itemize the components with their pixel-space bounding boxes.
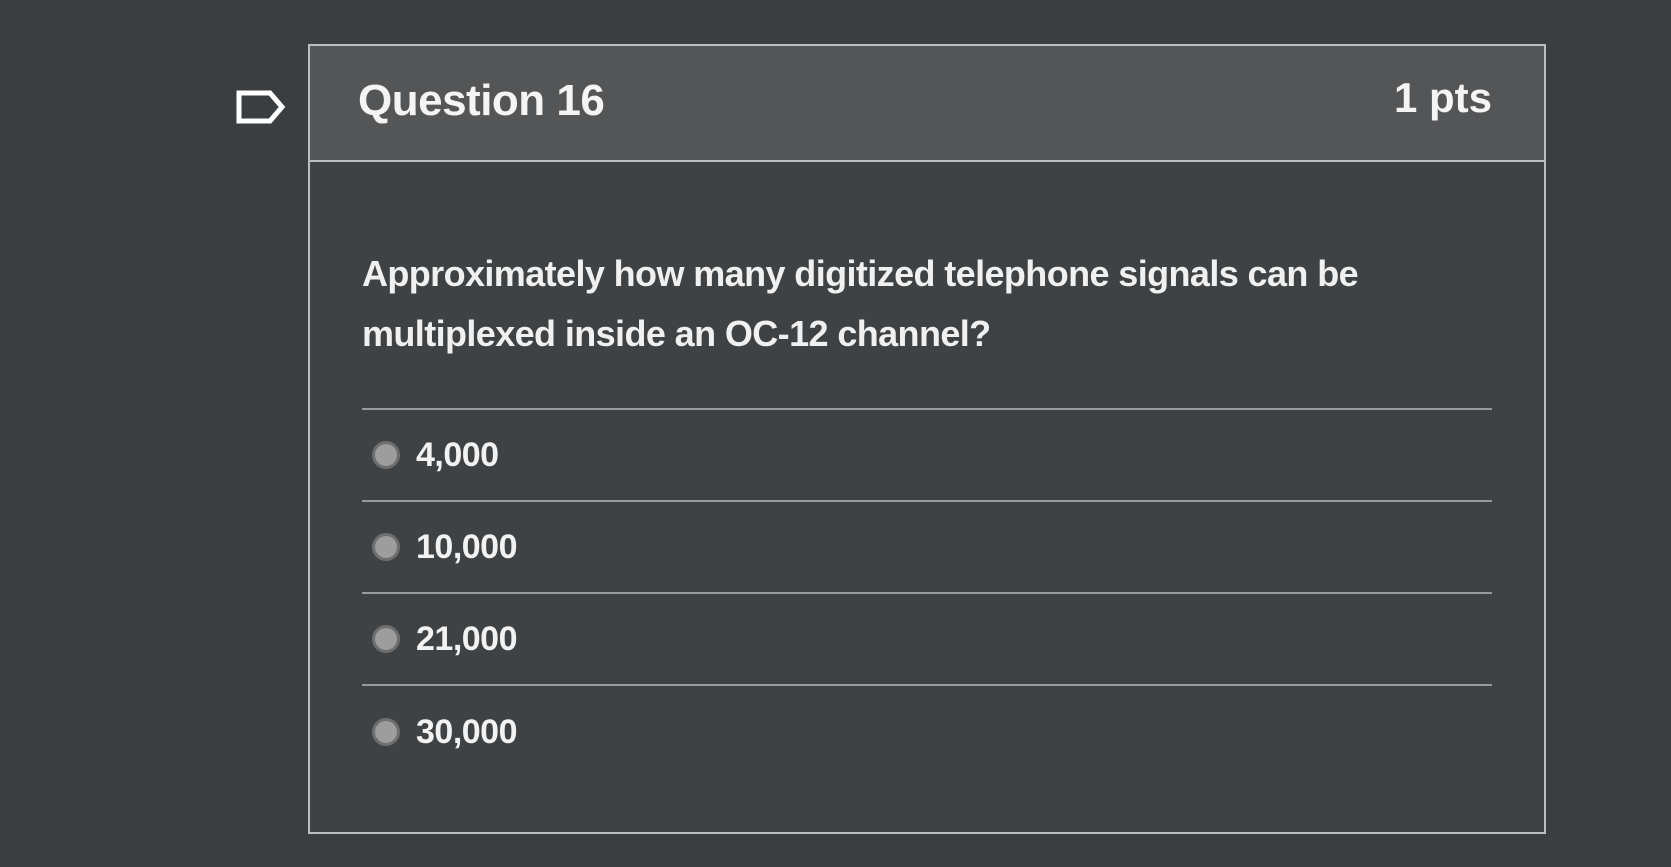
question-points: 1 pts bbox=[1393, 74, 1492, 121]
radio-button[interactable] bbox=[372, 441, 400, 469]
answer-label: 30,000 bbox=[416, 712, 518, 751]
radio-button[interactable] bbox=[372, 533, 400, 561]
answer-option[interactable]: 4,000 bbox=[362, 410, 1492, 502]
answer-option[interactable]: 10,000 bbox=[362, 502, 1492, 594]
answer-option[interactable]: 21,000 bbox=[362, 594, 1492, 686]
question-title: Question 16 bbox=[358, 76, 605, 125]
radio-button[interactable] bbox=[372, 625, 400, 653]
question-text: Approximately how many digitized telepho… bbox=[362, 253, 1359, 354]
question-card: Question 16 1 pts Approximately how many… bbox=[308, 44, 1546, 834]
answer-option[interactable]: 30,000 bbox=[362, 686, 1492, 778]
question-header: Question 16 1 pts bbox=[310, 46, 1544, 162]
answer-label: 4,000 bbox=[416, 435, 499, 474]
flag-question-icon[interactable] bbox=[236, 90, 286, 124]
answer-label: 10,000 bbox=[416, 527, 518, 566]
question-body: Approximately how many digitized telepho… bbox=[310, 162, 1544, 778]
radio-button[interactable] bbox=[372, 718, 400, 746]
answer-list: 4,000 10,000 21,000 30,000 bbox=[362, 408, 1492, 778]
answer-label: 21,000 bbox=[416, 619, 518, 658]
